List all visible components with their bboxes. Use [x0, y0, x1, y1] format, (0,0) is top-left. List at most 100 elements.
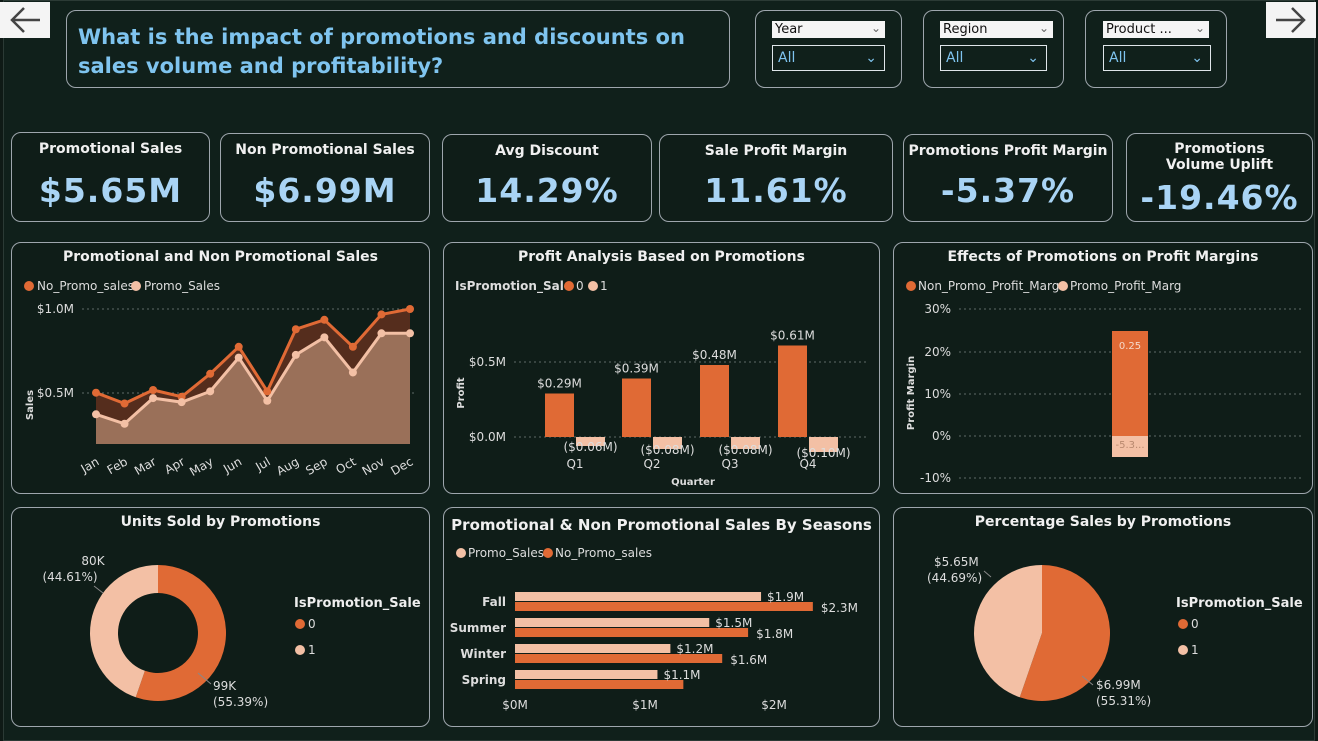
monthly-sales-visual: Promotional and Non Promotional Sales No…	[11, 242, 430, 494]
data-label-pct: (55.39%)	[213, 695, 268, 709]
data-point-no-promo	[377, 310, 386, 319]
y-tick-label: 0%	[932, 429, 951, 443]
x-tick-label: Jan	[78, 454, 102, 476]
kpi-card-promotional-sales: Promotional Sales $5.65M	[11, 132, 210, 222]
legend-marker-1	[588, 281, 598, 291]
year-slicer-header[interactable]: Year ⌄	[772, 21, 885, 38]
sales-percentage-visual: Percentage Sales by Promotions $5.65M (4…	[893, 507, 1313, 727]
data-point-no-promo	[348, 342, 357, 351]
data-label: -5.3...	[1115, 440, 1144, 451]
chevron-down-icon: ⌄	[870, 21, 881, 35]
y-tick-label: 10%	[924, 387, 951, 401]
data-point-no-promo	[120, 399, 129, 408]
x-tick-label: Q2	[643, 457, 660, 471]
legend-marker-no-promo	[543, 548, 553, 558]
data-point-promo	[377, 329, 386, 338]
data-point-promo	[406, 329, 414, 338]
bar-plot: $1.9M $2.3M Fall $1.5M $1.8M Summer $1.2M $1.6M…	[450, 590, 858, 689]
data-point-promo	[92, 410, 100, 419]
bar-promo	[515, 592, 762, 601]
data-point-no-promo	[206, 369, 215, 378]
legend-marker-0	[1178, 619, 1188, 629]
legend-marker-non-promo-margin	[906, 281, 916, 291]
chevron-down-icon: ⌄	[1194, 21, 1205, 35]
kpi-value: $6.99M	[253, 171, 397, 210]
data-point-no-promo	[92, 388, 100, 397]
data-point-promo	[234, 353, 243, 362]
chart-title: Percentage Sales by Promotions	[974, 514, 1232, 530]
y-tick-label: Summer	[450, 621, 506, 635]
chart-title: Units Sold by Promotions	[120, 514, 321, 530]
kpi-value: $5.65M	[38, 171, 183, 210]
data-label: ($0.08M)	[640, 443, 694, 457]
bar-non-promo	[545, 393, 574, 437]
region-dropdown[interactable]: All ⌄	[940, 45, 1047, 71]
x-tick-label: Apr	[162, 454, 187, 477]
data-label-pct: (44.69%)	[927, 571, 982, 585]
legend-label-1: 1	[600, 279, 608, 293]
data-label: ($0.08M)	[718, 443, 772, 457]
legend-label-1: 1	[308, 643, 316, 657]
sales-percentage-pie-chart: $5.65M (44.69%) $6.99M (55.31%) IsPromot…	[927, 555, 1303, 708]
x-tick-label: Nov	[360, 454, 387, 478]
data-point-no-promo	[291, 325, 300, 334]
year-slicer-label: Year	[775, 22, 803, 37]
data-label: $0.29M	[537, 377, 582, 391]
leader-line	[93, 585, 104, 594]
product-slicer-header[interactable]: Product ... ⌄	[1103, 21, 1209, 38]
region-slicer-label: Region	[943, 22, 988, 37]
data-label: $2.3M	[821, 601, 858, 615]
pie-plot	[974, 565, 1111, 701]
legend-label-promo-margin: Promo_Profit_Marg	[1070, 279, 1181, 293]
chevron-down-icon: ⌄	[1038, 21, 1049, 35]
x-tick-label: Aug	[274, 454, 301, 478]
legend-label-promo: Promo_Sales	[144, 279, 220, 293]
question-header: What is the impact of promotions and dis…	[66, 10, 730, 88]
y-tick-label: Fall	[482, 595, 506, 609]
x-tick-label: Mar	[132, 454, 159, 477]
back-button[interactable]	[0, 2, 50, 38]
x-axis-title: Quarter	[671, 477, 715, 488]
data-point-no-promo	[406, 305, 414, 313]
monthly-sales-area-chart: No_Promo_sales Promo_Sales $1.0M $0.5M S…	[24, 279, 417, 479]
y-tick-label: 30%	[924, 302, 951, 316]
y-tick-label: $0.5M	[469, 355, 506, 369]
profit-margin-visual: Effects of Promotions on Profit Margins …	[893, 242, 1313, 494]
region-slicer-header[interactable]: Region ⌄	[940, 21, 1053, 38]
kpi-value: -19.46%	[1140, 178, 1299, 217]
x-tick-label: $2M	[761, 698, 787, 712]
kpi-card-non-promotional-sales: Non Promotional Sales $6.99M	[220, 133, 430, 222]
chart-title: Promotional and Non Promotional Sales	[62, 249, 378, 265]
x-tick-label: Jun	[220, 454, 244, 476]
bar-promo	[515, 670, 658, 679]
product-slicer: Product ... ⌄ All ⌄	[1085, 10, 1227, 88]
legend-label-1: 1	[1191, 643, 1199, 657]
data-point-no-promo	[320, 315, 329, 324]
bar-plot: $0.29M($0.06M)Q1$0.39M($0.08M)Q2$0.48M($…	[537, 329, 850, 472]
y-axis-title: Profit Margin	[906, 356, 917, 430]
profit-margin-chart: Non_Promo_Profit_Marg Promo_Profit_Marg …	[906, 279, 1302, 485]
product-slicer-label: Product ...	[1106, 22, 1172, 37]
forward-button[interactable]	[1266, 2, 1316, 38]
kpi-title: Promotions Volume Uplift	[1165, 141, 1274, 173]
kpi-card-sale-profit-margin: Sale Profit Margin 11.61%	[659, 134, 893, 222]
data-label-value: 99K	[213, 679, 237, 693]
x-tick-label: Q4	[799, 457, 816, 471]
data-label: $1.5M	[715, 616, 752, 630]
bar-no-promo	[515, 680, 684, 689]
legend-label-promo: Promo_Sales	[468, 546, 544, 560]
y-axis-title: Sales	[25, 390, 36, 420]
area-plot: Jan Feb Mar Apr May Jun Jul Aug Sep Oct Nov Dec	[78, 305, 416, 479]
chevron-down-icon: ⌄	[1027, 50, 1039, 66]
year-dropdown[interactable]: All ⌄	[772, 45, 885, 71]
legend-label-no-promo: No_Promo_sales	[555, 546, 652, 560]
kpi-title: Avg Discount	[495, 143, 599, 159]
data-point-promo	[206, 387, 215, 396]
region-dropdown-value: All	[946, 50, 964, 66]
product-dropdown[interactable]: All ⌄	[1103, 45, 1211, 71]
data-label: ($0.06M)	[563, 440, 617, 454]
legend-label-0: 0	[576, 279, 584, 293]
units-sold-donut-chart: 80K (44.61%) 99K (55.39%) IsPromotion_Sa…	[42, 554, 420, 709]
bar-non-promo	[622, 378, 651, 437]
question-text: What is the impact of promotions and dis…	[78, 25, 685, 78]
